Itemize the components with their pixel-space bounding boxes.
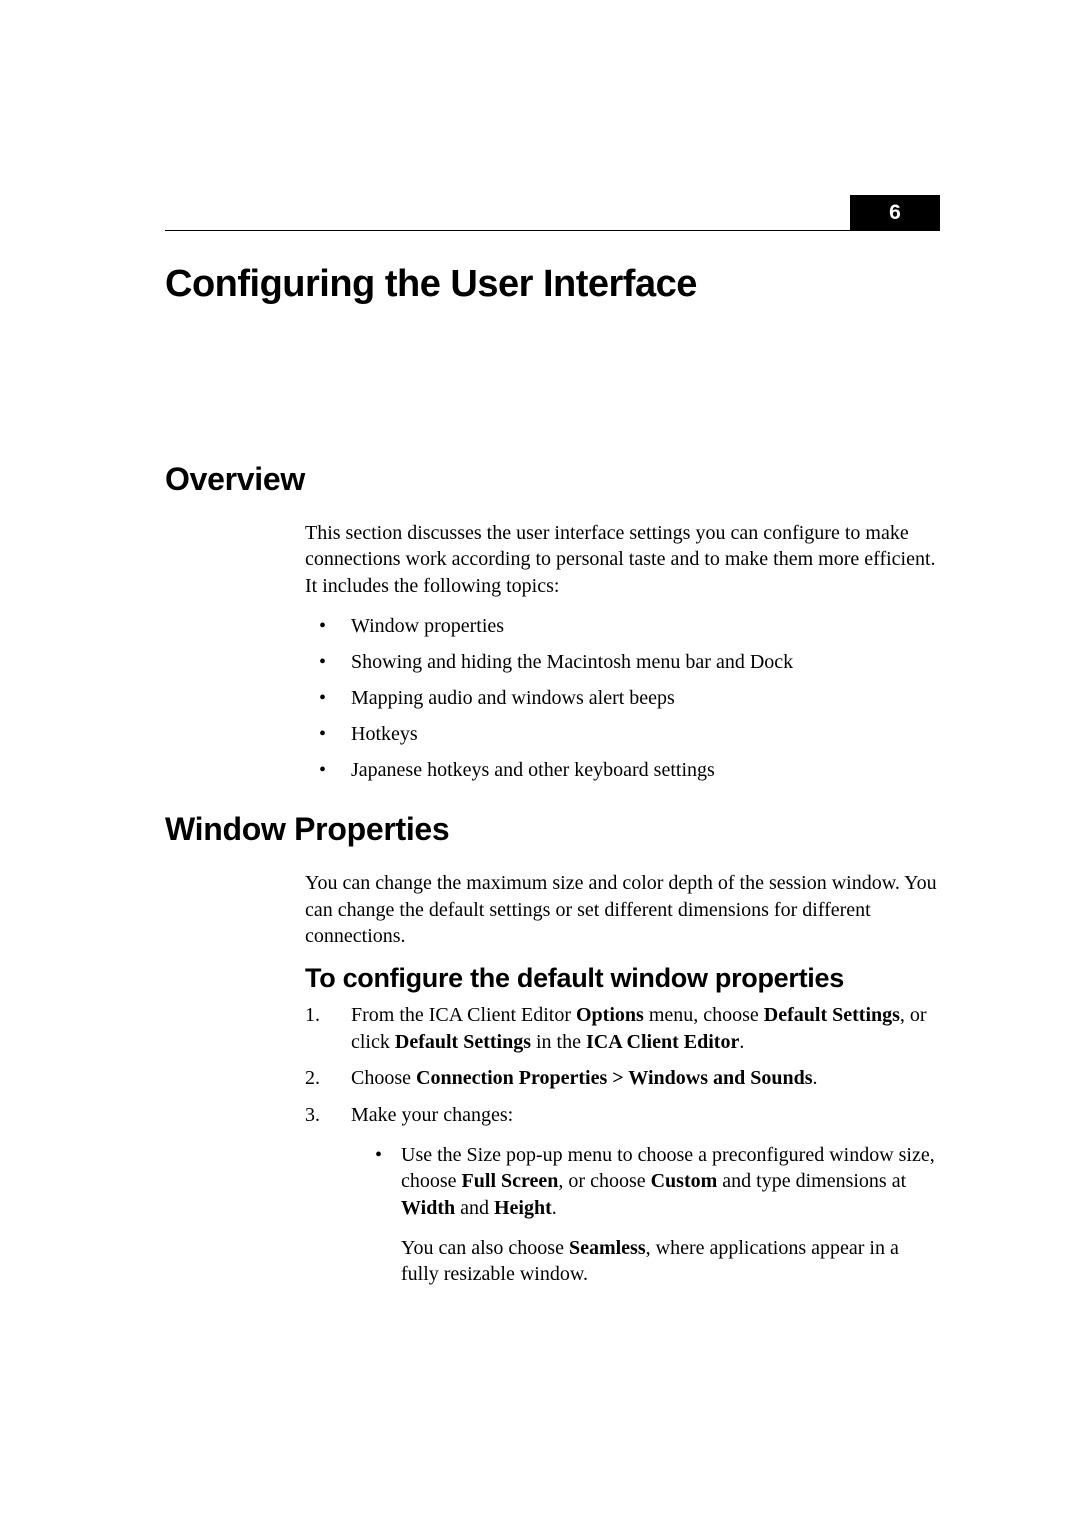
header-rule bbox=[165, 230, 940, 231]
list-item: Japanese hotkeys and other keyboard sett… bbox=[305, 757, 940, 783]
bold-run: Height bbox=[494, 1197, 552, 1219]
step-item: From the ICA Client Editor Options menu,… bbox=[305, 1002, 940, 1055]
list-item: Window properties bbox=[305, 613, 940, 639]
list-item: Mapping audio and windows alert beeps bbox=[305, 685, 940, 711]
window-properties-heading: Window Properties bbox=[165, 811, 940, 848]
text-run: and type dimensions at bbox=[717, 1170, 906, 1192]
chapter-title: Configuring the User Interface bbox=[165, 263, 940, 306]
bold-run: Seamless bbox=[569, 1237, 646, 1259]
bold-run: Options bbox=[576, 1004, 644, 1026]
window-properties-intro: You can change the maximum size and colo… bbox=[305, 870, 940, 949]
text-run: Choose bbox=[351, 1067, 416, 1089]
bold-run: Width bbox=[401, 1197, 455, 1219]
step-item: Make your changes: Use the Size pop-up m… bbox=[305, 1102, 940, 1288]
bold-run: Default Settings bbox=[395, 1031, 531, 1053]
steps-list: From the ICA Client Editor Options menu,… bbox=[305, 1002, 940, 1288]
text-run: You can also choose bbox=[401, 1237, 569, 1259]
overview-intro: This section discusses the user interfac… bbox=[305, 520, 940, 599]
text-run: . bbox=[552, 1197, 557, 1219]
text-run: From the ICA Client Editor bbox=[351, 1004, 576, 1026]
chapter-number: 6 bbox=[889, 201, 901, 224]
document-page: 6 Configuring the User Interface Overvie… bbox=[0, 0, 1080, 1402]
overview-body: This section discusses the user interfac… bbox=[305, 520, 940, 783]
window-properties-body: You can change the maximum size and colo… bbox=[305, 870, 940, 949]
bold-run: Default Settings bbox=[764, 1004, 900, 1026]
text-run: menu, choose bbox=[644, 1004, 764, 1026]
follow-paragraph: You can also choose Seamless, where appl… bbox=[401, 1235, 940, 1288]
bold-run: ICA Client Editor bbox=[586, 1031, 739, 1053]
overview-topics-list: Window properties Showing and hiding the… bbox=[305, 613, 940, 783]
list-item: Use the Size pop-up menu to choose a pre… bbox=[351, 1142, 940, 1288]
text-run: Make your changes: bbox=[351, 1104, 513, 1126]
bold-run: Connection Properties > Windows and Soun… bbox=[416, 1067, 813, 1089]
list-item: Showing and hiding the Macintosh menu ba… bbox=[305, 649, 940, 675]
text-run: . bbox=[739, 1031, 744, 1053]
text-run: and bbox=[455, 1197, 494, 1219]
bold-run: Custom bbox=[651, 1170, 718, 1192]
text-run: in the bbox=[531, 1031, 586, 1053]
list-item: Hotkeys bbox=[305, 721, 940, 747]
configure-default-subheading: To configure the default window properti… bbox=[305, 963, 940, 994]
text-run: . bbox=[813, 1067, 818, 1089]
step-item: Choose Connection Properties > Windows a… bbox=[305, 1065, 940, 1091]
bold-run: Full Screen bbox=[462, 1170, 559, 1192]
steps-block: From the ICA Client Editor Options menu,… bbox=[305, 1002, 940, 1288]
chapter-number-badge: 6 bbox=[850, 195, 940, 231]
nested-bullets: Use the Size pop-up menu to choose a pre… bbox=[351, 1142, 940, 1288]
overview-heading: Overview bbox=[165, 461, 940, 498]
text-run: , or choose bbox=[558, 1170, 650, 1192]
